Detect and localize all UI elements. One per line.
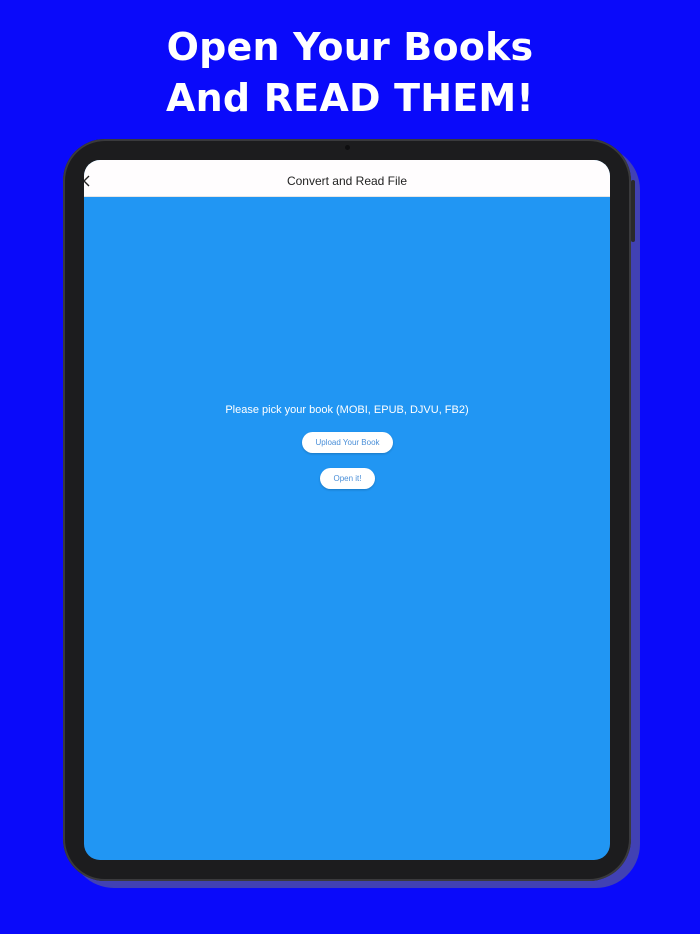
open-book-button[interactable]: Open it! — [320, 468, 375, 489]
headline-line-1: Open Your Books — [166, 25, 534, 69]
page-title: Convert and Read File — [286, 174, 408, 188]
headline-line-2: And READ THEM! — [166, 76, 534, 120]
app-screen: Convert and Read File Please pick your b… — [84, 160, 610, 860]
open-book-label: Open it! — [333, 474, 362, 483]
pick-book-prompt: Please pick your book (MOBI, EPUB, DJVU,… — [225, 404, 469, 416]
device-side-button — [631, 180, 635, 242]
upload-book-label: Upload Your Book — [315, 438, 380, 447]
upload-book-button[interactable]: Upload Your Book — [302, 432, 393, 453]
promo-headline: Open Your Books And READ THEM! — [0, 22, 700, 124]
back-button[interactable] — [84, 173, 94, 189]
chevron-left-icon — [84, 175, 89, 187]
navigation-bar: Convert and Read File — [84, 160, 610, 197]
camera-icon — [345, 145, 350, 150]
